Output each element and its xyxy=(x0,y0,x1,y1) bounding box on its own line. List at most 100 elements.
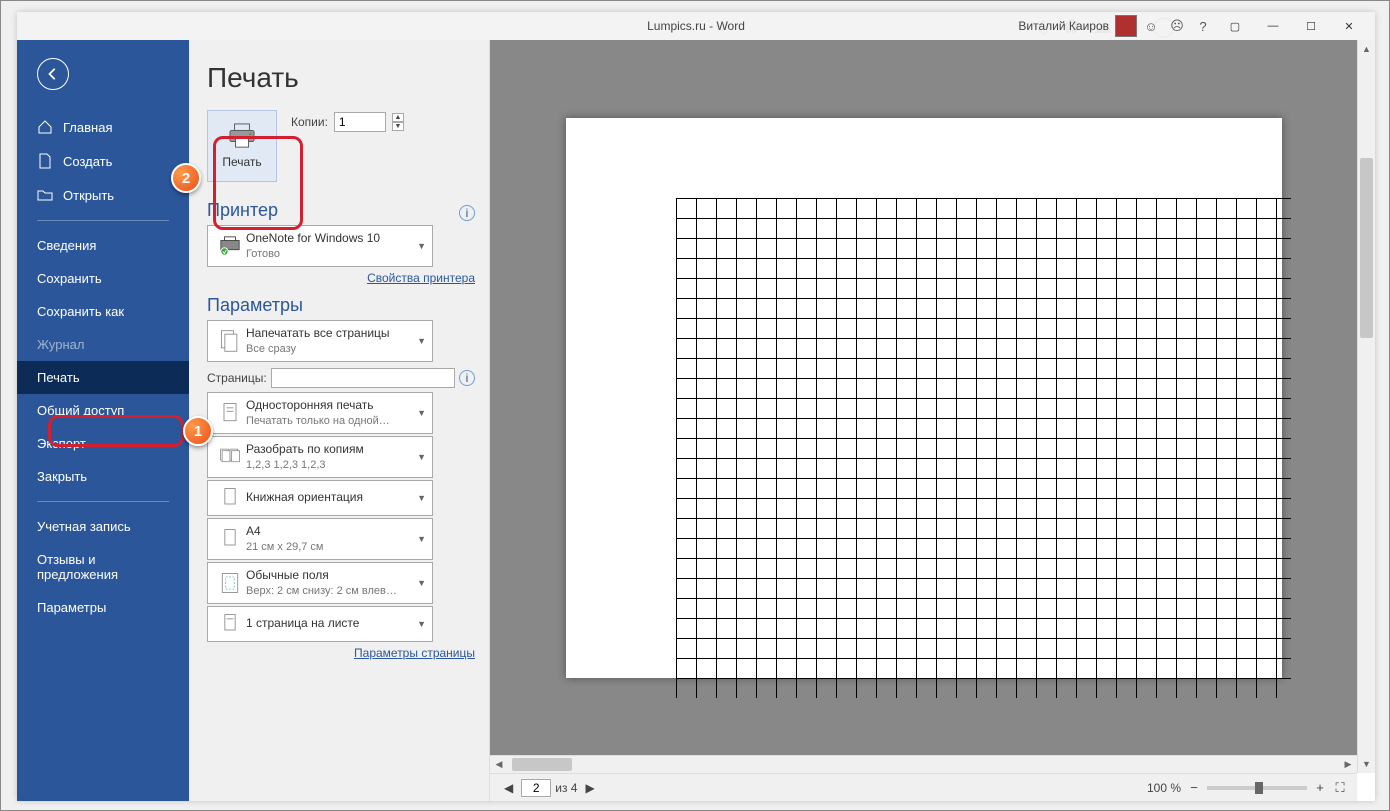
prev-page-button[interactable]: ◀ xyxy=(500,781,517,795)
chevron-down-icon: ▼ xyxy=(417,578,426,588)
nav-share[interactable]: Общий доступ xyxy=(17,394,189,427)
preview-footer: ◀ из 4 ▶ 100 % − + ⛶ xyxy=(490,773,1357,801)
nav-feedback[interactable]: Отзывы и предложения xyxy=(17,543,189,591)
zoom-slider[interactable] xyxy=(1207,786,1307,790)
sad-face-icon[interactable]: ☹ xyxy=(1165,15,1189,37)
nav-open[interactable]: Открыть xyxy=(17,178,189,212)
minimize-button[interactable]: — xyxy=(1255,15,1291,37)
orientation-select[interactable]: Книжная ориентация ▼ xyxy=(207,480,433,516)
printer-status: Готово xyxy=(246,247,412,261)
chevron-down-icon: ▼ xyxy=(417,493,426,503)
page-setup-link[interactable]: Параметры страницы xyxy=(207,646,475,660)
nav-label: Печать xyxy=(37,370,80,385)
print-preview: ▲ ▼ ◀ ▶ ◀ из 4 ▶ 1 xyxy=(489,40,1375,801)
nav-home[interactable]: Главная xyxy=(17,110,189,144)
one-sided-icon xyxy=(214,401,246,425)
printer-section-header: Принтер xyxy=(207,200,278,221)
copies-input[interactable] xyxy=(334,112,386,132)
nav-save[interactable]: Сохранить xyxy=(17,262,189,295)
nav-separator xyxy=(37,220,169,221)
document-title: Lumpics.ru - Word xyxy=(647,19,745,33)
printer-select[interactable]: OneNote for Windows 10 Готово ▼ xyxy=(207,225,433,267)
preview-canvas xyxy=(490,40,1357,755)
zoom-in-button[interactable]: + xyxy=(1313,781,1327,795)
nav-history: Журнал xyxy=(17,328,189,361)
close-button[interactable]: ✕ xyxy=(1331,15,1367,37)
happy-face-icon[interactable]: ☺ xyxy=(1139,15,1163,37)
zoom-value: 100 % xyxy=(1147,781,1181,795)
pages-info-icon[interactable]: i xyxy=(459,370,475,386)
page-title: Печать xyxy=(207,62,475,94)
next-page-button[interactable]: ▶ xyxy=(581,781,598,795)
help-icon[interactable]: ? xyxy=(1191,15,1215,37)
scroll-thumb[interactable] xyxy=(1360,158,1373,338)
paper-size-select[interactable]: A421 см x 29,7 см ▼ xyxy=(207,518,433,560)
chevron-down-icon: ▼ xyxy=(417,336,426,346)
nav-label: Журнал xyxy=(37,337,84,352)
nav-save-as[interactable]: Сохранить как xyxy=(17,295,189,328)
margins-select[interactable]: Обычные поляВерх: 2 см снизу: 2 см влев…… xyxy=(207,562,433,604)
collate-select[interactable]: Разобрать по копиям1,2,3 1,2,3 1,2,3 ▼ xyxy=(207,436,433,478)
nav-info[interactable]: Сведения xyxy=(17,229,189,262)
nav-options[interactable]: Параметры xyxy=(17,591,189,624)
ribbon-options-icon[interactable]: ▢ xyxy=(1217,15,1253,37)
scroll-left-button[interactable]: ◀ xyxy=(490,756,508,773)
pages-per-sheet-select[interactable]: 1 страница на листе ▼ xyxy=(207,606,433,642)
pages-input[interactable] xyxy=(271,368,455,388)
title-bar: ◇✿☁◻◯ Lumpics.ru - Word Виталий Каиров ☺… xyxy=(17,12,1375,40)
nav-close[interactable]: Закрыть xyxy=(17,460,189,493)
scroll-down-button[interactable]: ▼ xyxy=(1358,755,1375,773)
scroll-right-button[interactable]: ▶ xyxy=(1339,756,1357,773)
nav-label: Закрыть xyxy=(37,469,87,484)
margins-icon xyxy=(214,571,246,595)
nav-print[interactable]: Печать xyxy=(17,361,189,394)
vertical-scrollbar[interactable]: ▲ ▼ xyxy=(1357,40,1375,773)
nav-export[interactable]: Экспорт xyxy=(17,427,189,460)
user-name[interactable]: Виталий Каиров xyxy=(1018,19,1109,33)
print-range-select[interactable]: Напечатать все страницыВсе сразу ▼ xyxy=(207,320,433,362)
chevron-down-icon: ▼ xyxy=(417,619,426,629)
preview-page xyxy=(566,118,1282,678)
nav-label: Экспорт xyxy=(37,436,86,451)
print-button-label: Печать xyxy=(222,155,261,169)
chevron-down-icon: ▼ xyxy=(417,408,426,418)
copies-down[interactable]: ▼ xyxy=(392,122,404,131)
printer-info-icon[interactable]: i xyxy=(459,205,475,221)
nav-new[interactable]: Создать xyxy=(17,144,189,178)
fit-to-page-button[interactable]: ⛶ xyxy=(1333,781,1347,795)
current-page-input[interactable] xyxy=(521,779,551,797)
nav-account[interactable]: Учетная запись xyxy=(17,510,189,543)
chevron-down-icon: ▼ xyxy=(417,241,426,251)
document-icon xyxy=(37,153,53,169)
zoom-out-button[interactable]: − xyxy=(1187,781,1201,795)
paper-icon xyxy=(214,527,246,551)
avatar[interactable] xyxy=(1115,15,1137,37)
total-pages: из 4 xyxy=(555,781,577,795)
settings-section-header: Параметры xyxy=(207,295,475,316)
nav-label: Общий доступ xyxy=(37,403,124,418)
back-button[interactable] xyxy=(37,58,69,90)
printer-ready-icon xyxy=(214,234,246,258)
printer-properties-link[interactable]: Свойства принтера xyxy=(207,271,475,285)
copies-up[interactable]: ▲ xyxy=(392,113,404,122)
scroll-thumb[interactable] xyxy=(512,758,572,771)
horizontal-scrollbar[interactable]: ◀ ▶ xyxy=(490,755,1357,773)
nav-label: Учетная запись xyxy=(37,519,131,534)
backstage-sidebar: Главная Создать Открыть Сведения Сохрани… xyxy=(17,40,189,801)
folder-open-icon xyxy=(37,187,53,203)
printer-icon xyxy=(227,123,257,149)
scroll-up-button[interactable]: ▲ xyxy=(1358,40,1375,58)
nav-label: Отзывы и предложения xyxy=(37,552,175,582)
print-button[interactable]: Печать xyxy=(207,110,277,182)
portrait-icon xyxy=(214,486,246,510)
nav-label: Параметры xyxy=(37,600,106,615)
printer-name: OneNote for Windows 10 xyxy=(246,231,412,247)
nav-label: Сохранить как xyxy=(37,304,124,319)
badge-2: 2 xyxy=(171,163,201,193)
page-grid xyxy=(676,198,1291,698)
print-settings-panel: Печать Печать Копии: xyxy=(189,40,489,801)
chevron-down-icon: ▼ xyxy=(417,534,426,544)
sides-select[interactable]: Односторонняя печатьПечатать только на о… xyxy=(207,392,433,434)
maximize-button[interactable]: ☐ xyxy=(1293,15,1329,37)
ppp-icon xyxy=(214,612,246,636)
